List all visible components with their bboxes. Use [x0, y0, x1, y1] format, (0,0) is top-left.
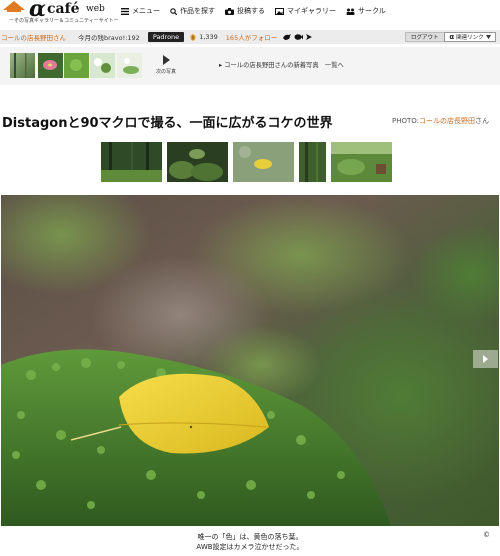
logout-label: ログアウト	[411, 35, 439, 41]
credit-suffix: さん	[475, 117, 490, 125]
points-value: 1,339	[199, 33, 218, 41]
logout-button[interactable]: ログアウト	[405, 32, 445, 42]
photo-caption: 唯一の「色」は、黄色の落ち葉。 AWB設定はカメラ泣かせだった。	[0, 532, 500, 552]
rank-badge: Padrone	[147, 32, 185, 42]
related-links-label: 関連リンク	[456, 35, 484, 41]
circle-icon	[346, 8, 355, 15]
search-icon	[170, 7, 177, 15]
nav-menu-label: メニュー	[132, 7, 160, 15]
chevron-down-icon	[485, 35, 491, 39]
sub-thumbnails	[101, 142, 392, 182]
points-display: 1,339	[190, 33, 218, 41]
next-photo-button[interactable]: 次の写真	[156, 55, 176, 75]
nav-mygallery[interactable]: マイギャラリー	[275, 6, 336, 16]
social-icons	[282, 33, 313, 41]
sub-thumb-2[interactable]	[167, 142, 228, 182]
menu-icon	[121, 7, 129, 15]
logo-web: web	[86, 4, 105, 14]
gallery-thumb-3[interactable]	[64, 53, 89, 78]
nav-mygallery-label: マイギャラリー	[287, 7, 336, 15]
gallery-thumb-5[interactable]	[117, 53, 142, 78]
caption-line-1: 唯一の「色」は、黄色の落ち葉。	[197, 533, 303, 541]
credit-author-link[interactable]: コールの店長野田	[419, 117, 475, 125]
play-icon	[483, 355, 488, 363]
follow-count-link[interactable]: 165人がフォロー	[226, 32, 277, 42]
related-links-button[interactable]: α 関連リンク	[444, 32, 496, 42]
new-photos-label: コールの店長野田さんの新着写真 一覧へ	[224, 62, 344, 69]
top-bar: α café web ーその写真ギャラリー＆コミュニティーサイトー メニュー 作…	[0, 0, 500, 28]
play-icon	[162, 55, 170, 65]
sub-thumb-4[interactable]	[299, 142, 326, 182]
page-title: Distagonと90マクロで撮る、一面に広がるコケの世界	[2, 116, 333, 131]
logo-cafe: café	[47, 1, 80, 17]
nav-post[interactable]: 投稿する	[225, 6, 265, 16]
status-strip: コールの店長野田さん 今月の残bravo!:192 Padrone 1,339 …	[0, 30, 500, 44]
fish-icon[interactable]	[294, 33, 304, 41]
alpha-mark-icon: α	[449, 33, 455, 41]
gallery-thumb-1[interactable]	[10, 53, 35, 78]
next-image-button[interactable]	[473, 350, 498, 368]
nav-circle[interactable]: サークル	[346, 6, 386, 16]
main-nav: メニュー 作品を探す 投稿する マイギャラリー サークル	[121, 6, 396, 16]
gallery-icon	[275, 7, 284, 15]
gallery-thumb-2[interactable]	[38, 53, 63, 78]
sub-thumb-5[interactable]	[331, 142, 392, 182]
sub-thumb-3[interactable]	[233, 142, 294, 182]
gallery-thumb-4[interactable]	[90, 53, 115, 78]
credit-prefix: PHOTO:	[392, 117, 420, 125]
caption-line-2: AWB設定はカメラ泣かせだった。	[196, 543, 304, 551]
logo-roof-icon	[3, 1, 25, 12]
nav-search-label: 作品を探す	[180, 7, 215, 15]
user-name-link[interactable]: コールの店長野田さん	[1, 32, 66, 42]
nav-search[interactable]: 作品を探す	[170, 6, 215, 16]
share-icon[interactable]	[305, 33, 313, 41]
bravo-count: 今月の残bravo!:192	[78, 34, 140, 42]
new-photos-link[interactable]: ▸ コールの店長野田さんの新着写真 一覧へ	[219, 60, 344, 69]
site-logo[interactable]: α café web ーその写真ギャラリー＆コミュニティーサイトー	[3, 0, 119, 26]
coin-icon	[190, 33, 196, 41]
bird-icon[interactable]	[282, 33, 292, 41]
nav-post-label: 投稿する	[237, 7, 265, 15]
copyright-mark: ©	[483, 531, 490, 539]
photo-credit: PHOTO:コールの店長野田さん	[392, 116, 489, 126]
main-photo[interactable]	[1, 195, 499, 526]
camera-icon	[225, 7, 234, 15]
nav-circle-label: サークル	[358, 7, 386, 15]
next-photo-label: 次の写真	[156, 69, 177, 75]
nav-menu[interactable]: メニュー	[121, 6, 160, 16]
logo-tagline: ーその写真ギャラリー＆コミュニティーサイトー	[9, 18, 119, 24]
sub-thumb-1[interactable]	[101, 142, 162, 182]
